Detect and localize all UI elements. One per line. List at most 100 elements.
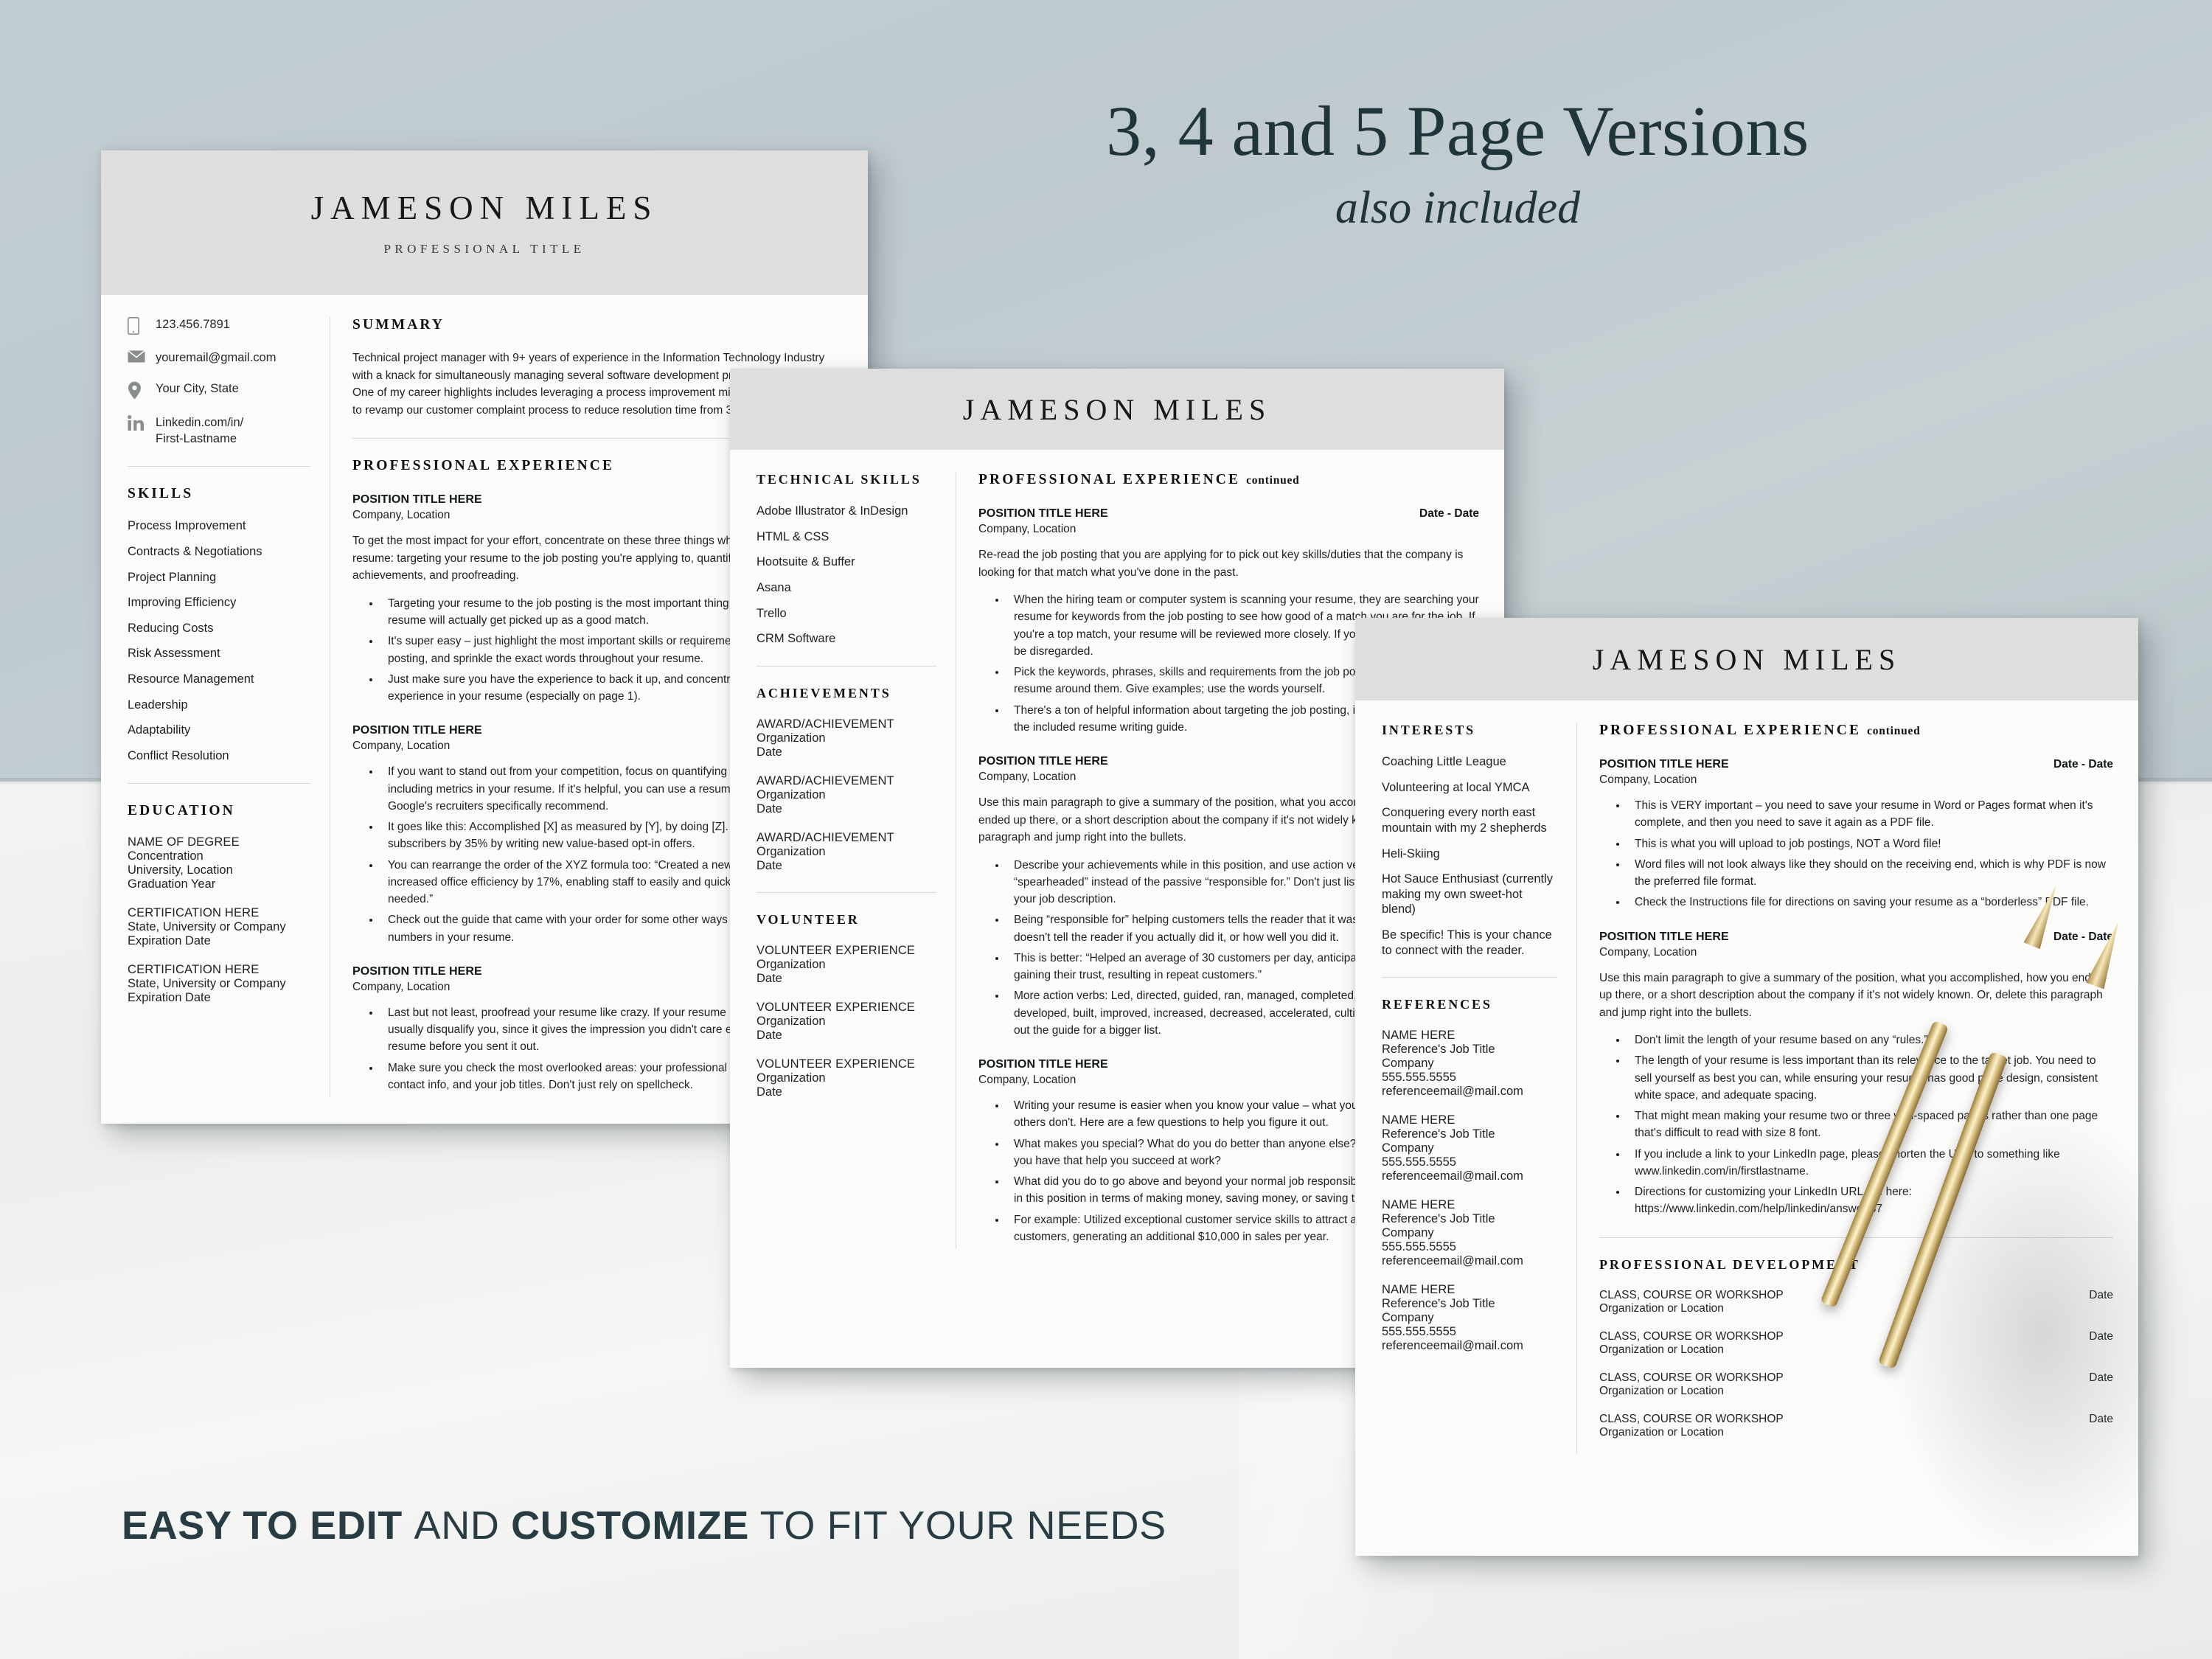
reference-entry-line: Reference's Job Title (1382, 1212, 1495, 1226)
job-title: POSITION TITLE HERE (1599, 930, 1729, 943)
linkedin-icon (128, 415, 156, 431)
resume-name: JAMESON MILES (962, 392, 1272, 426)
contact-row[interactable]: 123.456.7891 (128, 317, 310, 335)
promo-subheadline: also included (1335, 182, 1581, 233)
volunteer-entry-line: Organization (757, 1071, 826, 1085)
education-heading: EDUCATION (128, 802, 235, 818)
skills-list: Process Improvement Contracts & Negotiati… (128, 518, 310, 763)
development-title: CLASS, COURSE OR WORKSHOP (1599, 1288, 1784, 1301)
job-intro: Re-read the job posting that you are app… (978, 549, 1464, 579)
education-entry-line: Concentration (128, 849, 204, 863)
interests-list: Coaching Little League Volunteering at lo… (1382, 754, 1557, 958)
contact-row[interactable]: Your City, State (128, 381, 310, 400)
job-bullet: This is what you will upload to job post… (1627, 835, 2113, 852)
divider (757, 891, 936, 893)
page2-left-column: TECHNICAL SKILLS Adobe Illustrator & InD… (730, 472, 956, 1249)
reference-entry-line: Reference's Job Title (1382, 1297, 1495, 1311)
achievement-entry-line: Date (757, 745, 782, 759)
experience-entry: POSITION TITLE HERE Date - Date Company, L… (1599, 758, 2113, 911)
promo-text-block: 3, 4 and 5 Page Versions also included (931, 94, 1985, 234)
job-company: Company, Location (1599, 773, 1697, 786)
reference-entry-line: Reference's Job Title (1382, 1127, 1495, 1141)
resume-subtitle: PROFESSIONAL TITLE (383, 242, 585, 256)
skill-item: Improving Efficiency (128, 596, 237, 610)
reference-entry-line: Company (1382, 1057, 1434, 1071)
achievement-entry-title: AWARD/ACHIEVEMENT (757, 773, 894, 787)
development-subtitle: Organization or Location (1599, 1425, 1724, 1439)
banner-regular-1: AND (414, 1503, 512, 1548)
development-subtitle: Organization or Location (1599, 1343, 1724, 1356)
contact-row[interactable]: Linkedin.com/in/First-Lastname (128, 415, 310, 447)
reference-entry-title: NAME HERE (1382, 1283, 1455, 1297)
achievement-entry-line: Date (757, 801, 782, 815)
technical-skills-heading: TECHNICAL SKILLS (757, 472, 922, 487)
technical-skill-item: Trello (757, 606, 787, 620)
envelope-icon (128, 350, 156, 363)
banner-bold-1: EASY TO EDIT (122, 1503, 414, 1548)
education-entry: CERTIFICATION HERE State, University or C… (128, 963, 310, 1005)
reference-entry-title: NAME HERE (1382, 1029, 1455, 1043)
contact-value: 123.456.7891 (156, 318, 230, 331)
volunteer-entry: VOLUNTEER EXPERIENCE Organization Date (757, 1057, 936, 1099)
education-entry-line: Graduation Year (128, 877, 216, 891)
skill-item: Leadership (128, 698, 188, 712)
contact-value: Your City, State (156, 382, 239, 396)
skill-item: Project Planning (128, 570, 217, 584)
skill-item: Risk Assessment (128, 647, 220, 661)
job-title: POSITION TITLE HERE (1599, 758, 1729, 771)
job-bullet: Word files will not look always like the… (1627, 856, 2113, 891)
volunteer-entry-line: Organization (757, 957, 826, 971)
achievements-heading: ACHIEVEMENTS (757, 685, 891, 700)
volunteer-entry-title: VOLUNTEER EXPERIENCE (757, 1057, 916, 1071)
job-date: Date - Date (2053, 930, 2113, 943)
continued-label: continued (1246, 474, 1300, 487)
education-entry-line: Expiration Date (128, 990, 211, 1004)
technical-skill-item: CRM Software (757, 632, 836, 646)
phone-icon (128, 317, 156, 335)
technical-skill-item: Asana (757, 580, 791, 594)
experience-continued-heading: PROFESSIONAL EXPERIENCE continued (978, 472, 1479, 488)
development-title: CLASS, COURSE OR WORKSHOP (1599, 1412, 1784, 1425)
reference-entry-line: referenceemail@mail.com (1382, 1339, 1523, 1353)
education-list: NAME OF DEGREE Concentration University, L… (128, 835, 310, 1005)
job-bullet: The length of your resume is less import… (1627, 1052, 2113, 1104)
development-subtitle: Organization or Location (1599, 1384, 1724, 1397)
reference-entry-line: 555.555.5555 (1382, 1155, 1456, 1169)
reference-entry: NAME HERE Reference's Job Title Company 555… (1382, 1283, 1557, 1353)
contact-value: youremail@gmail.com (156, 351, 276, 364)
continued-label: continued (1867, 725, 1921, 737)
pen-shadow (1888, 1106, 2197, 1563)
volunteer-list: VOLUNTEER EXPERIENCE Organization Date VOLU… (757, 944, 936, 1099)
page3-left-column: INTERESTS Coaching Little League Voluntee… (1355, 723, 1576, 1454)
interest-item: Conquering every north east mountain with… (1382, 806, 1547, 835)
bottom-banner: EASY TO EDIT AND CUSTOMIZE TO FIT YOUR N… (122, 1503, 1242, 1548)
contact-value: Linkedin.com/in/First-Lastname (156, 416, 244, 445)
technical-skill-item: HTML & CSS (757, 529, 830, 543)
skill-item: Resource Management (128, 672, 254, 686)
volunteer-entry: VOLUNTEER EXPERIENCE Organization Date (757, 944, 936, 986)
interest-item: Volunteering at local YMCA (1382, 780, 1530, 794)
volunteer-entry-line: Date (757, 1085, 782, 1099)
banner-bold-2: CUSTOMIZE (511, 1503, 749, 1548)
achievement-entry-line: Date (757, 858, 782, 872)
reference-entry: NAME HERE Reference's Job Title Company 555… (1382, 1113, 1557, 1183)
skill-item: Reducing Costs (128, 621, 214, 635)
job-date: Date - Date (1419, 507, 1479, 520)
reference-entry-line: referenceemail@mail.com (1382, 1254, 1523, 1268)
page1-left-column: 123.456.7891 youremail@gmail.com Your City… (101, 317, 330, 1097)
resume-name: JAMESON MILES (310, 189, 658, 226)
achievement-entry-line: Organization (757, 731, 826, 745)
development-subtitle: Organization or Location (1599, 1301, 1724, 1315)
volunteer-entry-line: Date (757, 1028, 782, 1042)
job-bullet: Don't limit the length of your resume ba… (1627, 1032, 2113, 1048)
skill-item: Contracts & Negotiations (128, 544, 262, 558)
job-bullet: This is VERY important – you need to sav… (1627, 797, 2113, 832)
interest-item: Heli-Skiing (1382, 846, 1440, 860)
reference-entry-line: Company (1382, 1311, 1434, 1325)
achievements-list: AWARD/ACHIEVEMENT Organization Date AWARD/A… (757, 717, 936, 873)
summary-heading: SUMMARY (352, 317, 445, 333)
reference-entry-line: 555.555.5555 (1382, 1325, 1456, 1339)
contact-row[interactable]: youremail@gmail.com (128, 350, 310, 366)
education-entry-title: NAME OF DEGREE (128, 835, 240, 849)
achievement-entry-line: Organization (757, 787, 826, 801)
